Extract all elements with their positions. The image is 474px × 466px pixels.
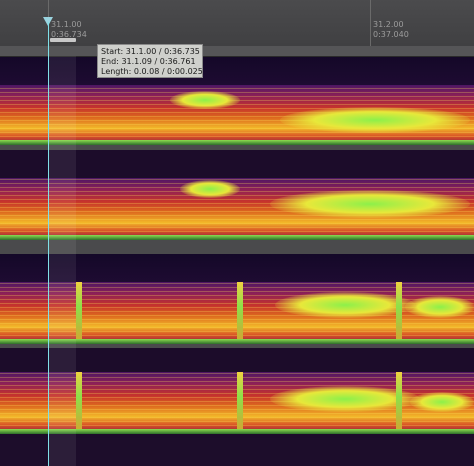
ruler-tick xyxy=(370,0,371,46)
ruler-marker-2-bar: 31.2.00 xyxy=(373,20,404,29)
spectrogram-channel-left xyxy=(0,282,474,344)
spectrogram-channel-right xyxy=(0,372,474,434)
channel-divider xyxy=(0,344,474,348)
clip-divider xyxy=(0,240,474,254)
spectrogram-channel-right xyxy=(0,178,474,240)
selection-length-text: Length: 0.0.08 / 0:00.025 xyxy=(101,67,203,76)
selection-start-text: Start: 31.1.00 / 0:36.735 xyxy=(101,47,200,56)
spectrogram-clip-1[interactable] xyxy=(0,57,474,240)
spectrogram-channel-left xyxy=(0,85,474,145)
ruler-selection-band[interactable] xyxy=(0,46,474,57)
ruler-marker-2-time: 0:37.040 xyxy=(373,30,409,39)
selection-marker-icon[interactable] xyxy=(50,38,76,42)
ruler-marker-1-bar: 31.1.00 xyxy=(51,20,82,29)
playhead-cursor[interactable] xyxy=(48,22,49,466)
timeline-ruler[interactable]: 31.1.00 0:36.734 31.2.00 0:37.040 xyxy=(0,0,474,46)
channel-divider xyxy=(0,145,474,150)
selection-end-text: End: 31.1.09 / 0:36.761 xyxy=(101,57,196,66)
selection-info-tooltip: Start: 31.1.00 / 0:36.735 End: 31.1.09 /… xyxy=(97,44,203,78)
track-bottom xyxy=(0,438,474,466)
spectrogram-clip-2[interactable] xyxy=(0,254,474,438)
